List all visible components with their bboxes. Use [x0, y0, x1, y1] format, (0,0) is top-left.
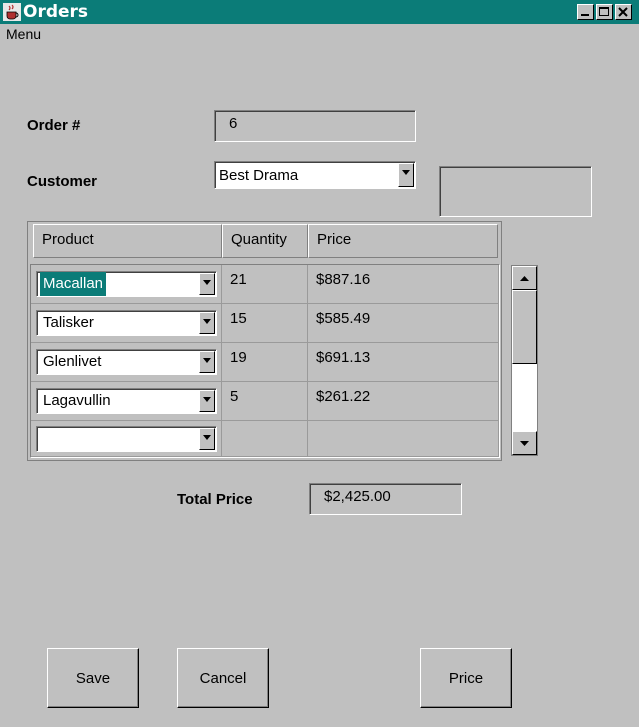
chevron-down-icon[interactable]	[199, 351, 215, 373]
order-number-label: Order #	[27, 117, 81, 134]
minimize-icon	[581, 14, 589, 16]
customer-info-field	[439, 166, 592, 217]
close-icon	[618, 7, 628, 17]
scroll-track[interactable]	[512, 364, 537, 431]
product-combobox[interactable]	[36, 426, 217, 452]
product-combobox[interactable]: Lagavullin	[36, 388, 217, 414]
order-number-field[interactable]: 6	[214, 110, 416, 142]
customer-combobox[interactable]: Best Drama	[214, 161, 416, 189]
scroll-thumb[interactable]	[512, 290, 537, 364]
product-combobox-value	[40, 427, 46, 451]
product-combobox-value: Glenlivet	[43, 353, 102, 370]
product-combobox[interactable]: Macallan	[36, 271, 217, 297]
total-price-field: $2,425.00	[309, 483, 462, 515]
product-combobox-value: Lagavullin	[43, 392, 111, 409]
cancel-button[interactable]: Cancel	[177, 648, 269, 708]
arrow-down-icon	[520, 441, 529, 446]
chevron-down-icon[interactable]	[398, 163, 414, 187]
scroll-down-button[interactable]	[512, 431, 537, 455]
menu-item-menu[interactable]: Menu	[6, 24, 41, 44]
column-header-quantity[interactable]: Quantity	[222, 224, 308, 258]
quantity-cell[interactable]: 19	[222, 343, 308, 382]
table-row[interactable]: Lagavullin	[31, 382, 222, 421]
table-row[interactable]: Talisker	[31, 304, 222, 343]
quantity-cell[interactable]	[222, 421, 308, 457]
maximize-icon	[599, 7, 609, 16]
close-button[interactable]	[615, 4, 632, 20]
table-row[interactable]: Glenlivet	[31, 343, 222, 382]
product-combobox[interactable]: Talisker	[36, 310, 217, 336]
quantity-cell[interactable]: 21	[222, 265, 308, 304]
table-row[interactable]: Macallan	[31, 265, 222, 304]
minimize-button[interactable]	[577, 4, 594, 20]
product-combobox[interactable]: Glenlivet	[36, 349, 217, 375]
price-button[interactable]: Price	[420, 648, 512, 708]
chevron-down-icon[interactable]	[199, 273, 215, 295]
customer-label: Customer	[27, 173, 98, 190]
customer-combobox-value: Best Drama	[219, 166, 299, 184]
price-cell[interactable]	[308, 421, 499, 457]
total-price-label: Total Price	[177, 491, 253, 508]
column-header-price[interactable]: Price	[308, 224, 498, 258]
product-combobox-value: Macallan	[40, 272, 107, 296]
product-combobox-value: Talisker	[43, 314, 94, 331]
price-cell[interactable]: $691.13	[308, 343, 499, 382]
column-header-product[interactable]: Product	[33, 224, 222, 258]
table-row[interactable]	[31, 421, 222, 457]
java-cup-icon	[3, 3, 21, 21]
scroll-up-button[interactable]	[512, 266, 537, 290]
price-cell[interactable]: $261.22	[308, 382, 499, 421]
quantity-cell[interactable]: 5	[222, 382, 308, 421]
price-cell[interactable]: $887.16	[308, 265, 499, 304]
arrow-up-icon	[520, 276, 529, 281]
menu-bar	[0, 24, 639, 44]
save-button[interactable]: Save	[47, 648, 139, 708]
title-bar	[0, 0, 639, 24]
maximize-button[interactable]	[596, 4, 613, 20]
chevron-down-icon[interactable]	[199, 428, 215, 450]
price-cell[interactable]: $585.49	[308, 304, 499, 343]
quantity-cell[interactable]: 15	[222, 304, 308, 343]
window-title: Orders	[23, 2, 89, 22]
chevron-down-icon[interactable]	[199, 390, 215, 412]
chevron-down-icon[interactable]	[199, 312, 215, 334]
